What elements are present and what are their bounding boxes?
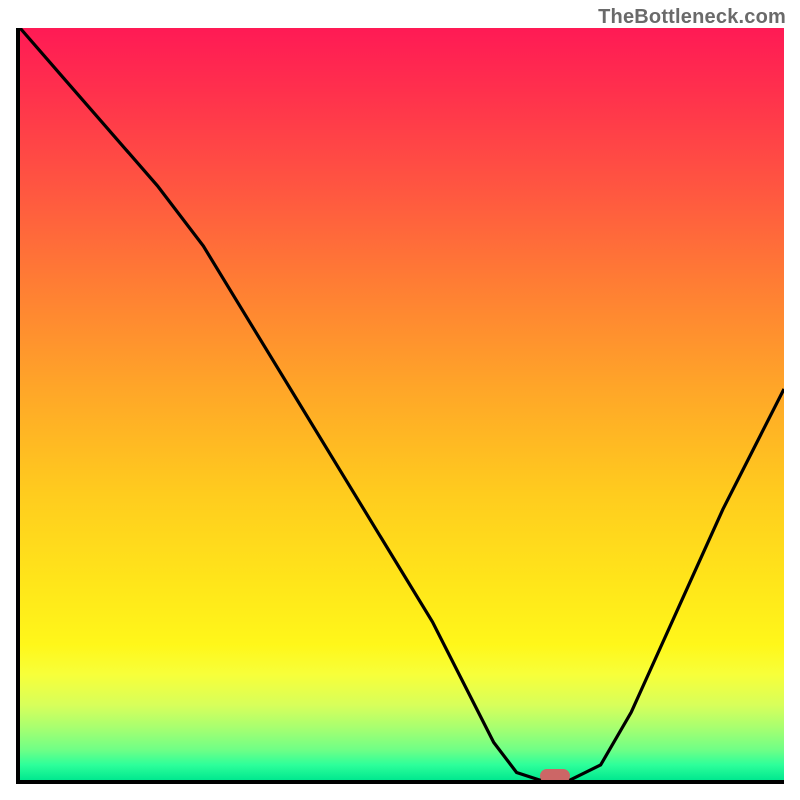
optimum-marker: [540, 769, 570, 783]
chart-frame: { "watermark": "TheBottleneck.com", "cha…: [0, 0, 800, 800]
watermark-text: TheBottleneck.com: [598, 6, 786, 29]
bottleneck-curve: [20, 28, 784, 780]
plot-area: [16, 28, 784, 784]
curve-svg: [20, 28, 784, 780]
